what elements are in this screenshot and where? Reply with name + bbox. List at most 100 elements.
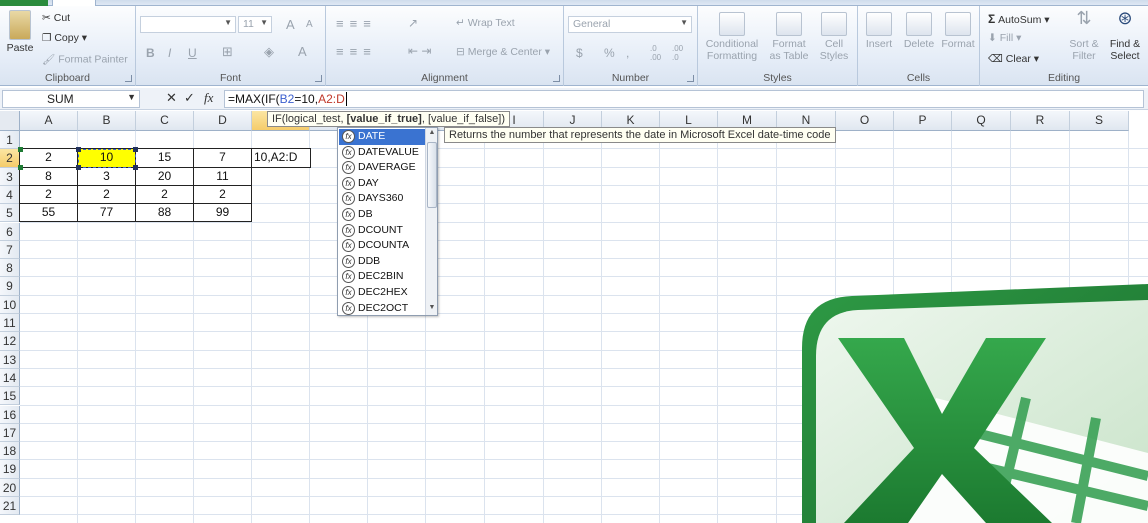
row-header-13[interactable]: 13	[0, 350, 20, 369]
cell-styles-button[interactable]: Cell Styles	[814, 12, 854, 62]
column-header-c[interactable]: C	[136, 111, 194, 131]
autocomplete-item-datevalue[interactable]: fx DATEVALUE	[339, 145, 427, 161]
autocomplete-item-db[interactable]: fx DB	[339, 207, 427, 223]
table-cell[interactable]: 55	[20, 204, 78, 223]
table-cell[interactable]: 2	[20, 149, 78, 168]
column-header-b[interactable]: B	[78, 111, 136, 131]
table-cell[interactable]: 3	[78, 167, 136, 186]
autosum-button[interactable]: Σ AutoSum ▾	[988, 12, 1050, 26]
table-cell[interactable]: 7	[194, 149, 252, 168]
formula-input[interactable]: =MAX(IF(B2=10,A2:D	[224, 90, 1144, 108]
font-launcher-icon[interactable]	[315, 75, 322, 82]
row-header-2[interactable]: 2	[0, 149, 20, 168]
comma-button[interactable]: ,	[626, 46, 629, 60]
range-handle-a2[interactable]	[18, 164, 23, 170]
fill-color-button[interactable]: ◈	[264, 44, 274, 60]
autocomplete-item-dcounta[interactable]: fx DCOUNTA	[339, 238, 427, 254]
row-header-5[interactable]: 5	[0, 204, 20, 223]
format-as-table-button[interactable]: Format as Table	[764, 12, 814, 62]
row-header-6[interactable]: 6	[0, 222, 20, 241]
scroll-thumb[interactable]	[427, 142, 437, 208]
row-header-1[interactable]: 1	[0, 131, 20, 150]
range-handle[interactable]	[133, 164, 138, 170]
row-header-3[interactable]: 3	[0, 167, 20, 186]
row-header-10[interactable]: 10	[0, 295, 20, 314]
delete-button[interactable]: Delete	[900, 12, 938, 50]
autocomplete-item-dcount[interactable]: fx DCOUNT	[339, 223, 427, 239]
function-autocomplete-list[interactable]: fx DATE fx DATEVALUE fx DAVERAGE fx DAY fx DAYS36…	[337, 127, 438, 316]
clipboard-launcher-icon[interactable]	[125, 75, 132, 82]
table-cell[interactable]: 99	[194, 204, 252, 223]
autocomplete-item-dec2oct[interactable]: fx DEC2OCT	[339, 301, 427, 317]
bold-button[interactable]: B	[146, 46, 155, 60]
table-cell[interactable]: 10	[78, 149, 136, 168]
autocomplete-item-dec2bin[interactable]: fx DEC2BIN	[339, 269, 427, 285]
shrink-font-button[interactable]: A	[306, 19, 313, 30]
find-select-button[interactable]: ⊛ Find & Select	[1104, 9, 1146, 62]
grow-font-button[interactable]: A	[286, 17, 295, 32]
column-header-o[interactable]: O	[836, 111, 894, 131]
row-header-4[interactable]: 4	[0, 185, 20, 205]
table-cell[interactable]: 11	[194, 167, 252, 186]
table-cell[interactable]: 2	[20, 185, 78, 205]
row-header-12[interactable]: 12	[0, 332, 20, 351]
copy-button[interactable]: ❐ Copy ▾	[42, 32, 87, 44]
enter-icon[interactable]: ✓	[184, 90, 195, 106]
row-header-7[interactable]: 7	[0, 240, 20, 260]
orientation-button[interactable]: ↗	[408, 16, 418, 30]
autocomplete-item-daverage[interactable]: fx DAVERAGE	[339, 160, 427, 176]
font-name-combo[interactable]: ▼	[140, 16, 236, 33]
vertical-align-buttons[interactable]: ≡≡≡	[336, 16, 377, 31]
row-header-9[interactable]: 9	[0, 277, 20, 296]
autocomplete-item-days360[interactable]: fx DAYS360	[339, 191, 427, 207]
autocomplete-item-date[interactable]: fx DATE	[339, 129, 427, 145]
italic-button[interactable]: I	[168, 46, 171, 60]
column-header-a[interactable]: A	[20, 111, 78, 131]
table-cell[interactable]: 2	[136, 185, 194, 205]
number-format-combo[interactable]: General ▼	[568, 16, 692, 33]
name-box[interactable]: SUM ▼	[2, 90, 140, 108]
row-header-18[interactable]: 18	[0, 442, 20, 461]
indent-buttons[interactable]: ⇤ ⇥	[408, 44, 431, 58]
percent-button[interactable]: %	[604, 46, 615, 60]
fill-button[interactable]: ⬇ Fill ▾	[988, 32, 1021, 44]
syntax-arg-logical-test[interactable]: logical_test	[285, 113, 340, 125]
column-header-p[interactable]: P	[894, 111, 952, 131]
column-header-s[interactable]: S	[1070, 111, 1129, 131]
range-handle[interactable]	[133, 147, 138, 153]
autocomplete-item-dec2hex[interactable]: fx DEC2HEX	[339, 285, 427, 301]
row-header-11[interactable]: 11	[0, 314, 20, 333]
autocomplete-scrollbar[interactable]: ▲ ▼	[425, 128, 437, 315]
format-painter-button[interactable]: 🖌 Format Painter	[42, 53, 128, 66]
horizontal-align-buttons[interactable]: ≡≡≡	[336, 44, 377, 59]
cut-button[interactable]: ✂ Cut	[42, 12, 70, 24]
merge-center-button[interactable]: ⊟ Merge & Center ▾	[456, 46, 550, 58]
paste-button[interactable]: Paste	[4, 10, 36, 54]
range-handle-a2[interactable]	[18, 147, 23, 153]
row-header-8[interactable]: 8	[0, 259, 20, 278]
borders-button[interactable]: ⊞	[222, 44, 233, 60]
decrease-decimal-button[interactable]: .00 .0	[672, 44, 690, 62]
cancel-icon[interactable]: ✕	[166, 90, 177, 106]
column-header-d[interactable]: D	[194, 111, 252, 131]
range-handle[interactable]	[76, 147, 81, 153]
autocomplete-item-day[interactable]: fx DAY	[339, 176, 427, 192]
alignment-launcher-icon[interactable]	[553, 75, 560, 82]
scroll-up-icon[interactable]: ▲	[427, 129, 437, 139]
row-header-19[interactable]: 19	[0, 460, 20, 479]
currency-button[interactable]: $	[576, 46, 583, 60]
row-header-17[interactable]: 17	[0, 423, 20, 443]
table-cell[interactable]: 15	[136, 149, 194, 168]
row-header-16[interactable]: 16	[0, 405, 20, 424]
table-cell[interactable]: 2	[194, 185, 252, 205]
insert-button[interactable]: Insert	[860, 12, 898, 50]
syntax-fn[interactable]: IF(	[272, 113, 285, 125]
active-edit-cell[interactable]: 10,A2:D	[251, 148, 311, 168]
range-handle[interactable]	[76, 164, 81, 170]
table-cell[interactable]: 88	[136, 204, 194, 223]
font-color-button[interactable]: A	[298, 44, 307, 59]
column-header-r[interactable]: R	[1011, 111, 1070, 131]
scroll-down-icon[interactable]: ▼	[427, 304, 437, 314]
format-button[interactable]: Format	[938, 12, 978, 50]
column-header-q[interactable]: Q	[952, 111, 1011, 131]
